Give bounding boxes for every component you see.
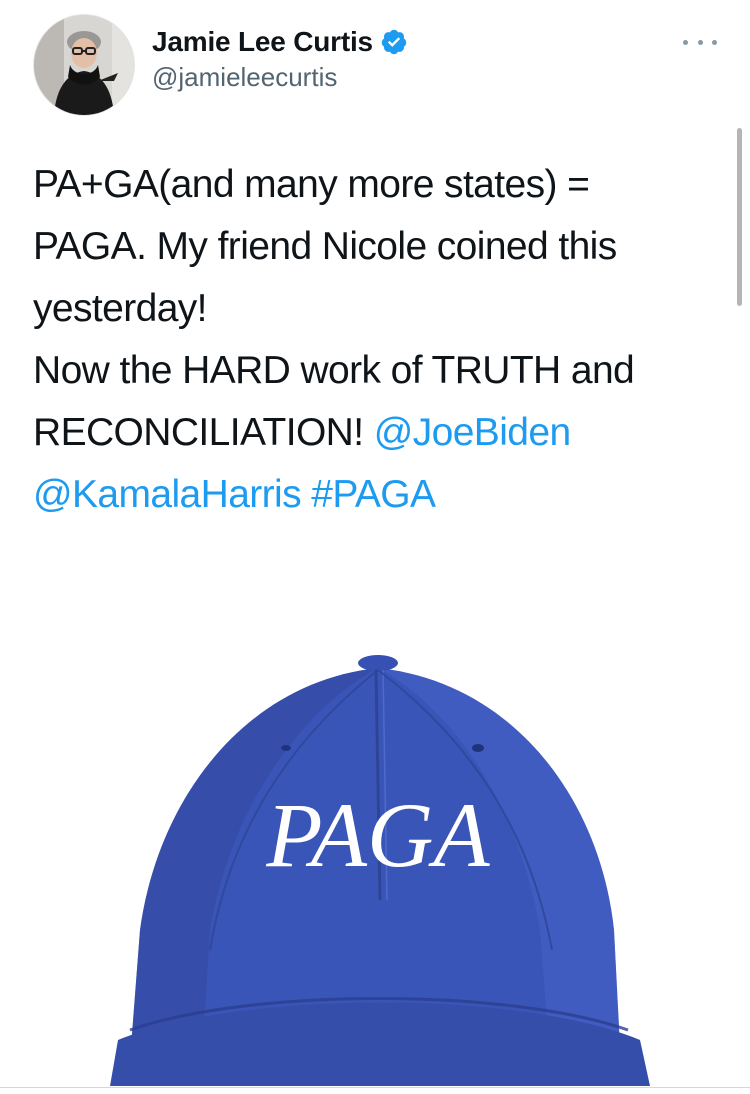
- tweet-text-segment: yesterday!: [33, 287, 208, 330]
- scrollbar[interactable]: [737, 128, 742, 306]
- tweet-text-segment: RECONCILIATION!: [33, 411, 374, 454]
- tweet-text-line: yesterday!: [33, 278, 723, 340]
- more-dot: [712, 39, 717, 45]
- hat-eyelet: [281, 745, 291, 751]
- more-options-icon[interactable]: [683, 36, 717, 48]
- hat-eyelet: [472, 744, 484, 752]
- tweet-text-segment: [301, 473, 311, 516]
- tweet-text-segment: PA+GA(and many more states) =: [33, 163, 590, 206]
- tweet-text-line: RECONCILIATION! @JoeBiden: [33, 402, 723, 464]
- more-dot: [697, 39, 703, 45]
- mention-link[interactable]: @JoeBiden: [374, 411, 571, 454]
- divider: [0, 1087, 750, 1088]
- hat-button: [358, 655, 398, 671]
- tweet-text-segment: PAGA. My friend Nicole coined this: [33, 225, 617, 268]
- tweet: Jamie Lee Curtis @jamieleecurtis PA+GA(a…: [0, 0, 750, 1094]
- tweet-text-line: PAGA. My friend Nicole coined this: [33, 216, 723, 278]
- avatar[interactable]: [33, 14, 135, 116]
- author-name[interactable]: Jamie Lee Curtis: [152, 26, 373, 58]
- tweet-text: PA+GA(and many more states) = PAGA. My fr…: [33, 154, 723, 526]
- author-handle[interactable]: @jamieleecurtis: [152, 62, 337, 93]
- author-name-row[interactable]: Jamie Lee Curtis: [152, 24, 408, 60]
- hashtag-link[interactable]: #PAGA: [311, 473, 436, 516]
- tweet-media[interactable]: PAGA: [0, 570, 750, 1086]
- tweet-text-line: @KamalaHarris #PAGA: [33, 464, 723, 526]
- hat-text: PAGA: [265, 784, 490, 886]
- tweet-text-segment: Now the HARD work of TRUTH and: [33, 349, 635, 392]
- more-dot: [683, 39, 688, 45]
- tweet-text-line: Now the HARD work of TRUTH and: [33, 340, 723, 402]
- hat-image: PAGA: [110, 655, 650, 1086]
- tweet-text-line: PA+GA(and many more states) =: [33, 154, 723, 216]
- mention-link[interactable]: @KamalaHarris: [33, 473, 302, 516]
- verified-badge-icon: [380, 28, 408, 56]
- avatar-image: [34, 15, 134, 115]
